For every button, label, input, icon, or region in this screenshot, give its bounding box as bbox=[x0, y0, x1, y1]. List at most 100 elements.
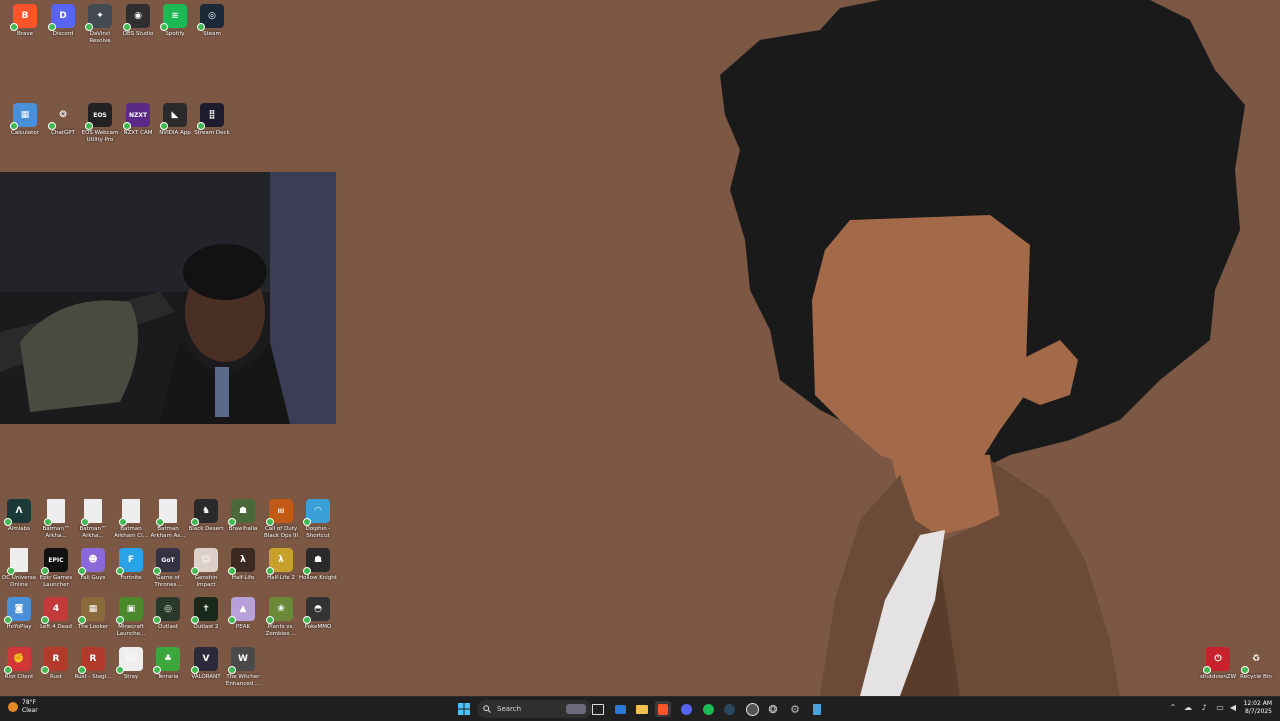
desktop-shortcut[interactable]: B Brave bbox=[6, 4, 44, 38]
sync-status-icon bbox=[1241, 666, 1249, 674]
sync-status-icon bbox=[303, 518, 311, 526]
desktop-shortcut[interactable]: 🐱 Stray bbox=[112, 647, 150, 681]
clock-date: 8/7/2025 bbox=[1245, 708, 1272, 715]
steam-icon: ◎ bbox=[197, 4, 224, 31]
desktop-shortcut[interactable]: ✊ Riot Client bbox=[0, 647, 38, 681]
minecraft-icon: ▣ bbox=[116, 597, 143, 624]
desktop-shortcut[interactable]: ▣ Minecraft Launche... bbox=[112, 597, 150, 638]
desktop-shortcut[interactable]: DC Universe Online bbox=[0, 548, 38, 589]
sync-status-icon bbox=[116, 616, 124, 624]
taskbar-clock[interactable]: 12:02 AM 8/7/2025 bbox=[1244, 700, 1272, 716]
desktop-shortcut[interactable]: Batman™ Arkha... bbox=[37, 499, 75, 540]
desktop-shortcut[interactable]: ◠ Dolphin - Shortcut bbox=[299, 499, 337, 540]
desktop-shortcut[interactable]: Batman Arkham As... bbox=[149, 499, 187, 540]
desktop-shortcut[interactable]: EPIC Epic Games Launcher bbox=[37, 548, 75, 589]
task-view-button[interactable] bbox=[590, 701, 606, 717]
desktop-shortcut[interactable]: III Call of Duty Black Ops III bbox=[262, 499, 300, 540]
desktop-shortcut[interactable]: F Fortnite bbox=[112, 548, 150, 582]
desktop-shortcut[interactable]: ▲ PEAK bbox=[224, 597, 262, 631]
desktop-shortcut[interactable]: ◙ HoYoPlay bbox=[0, 597, 38, 631]
settings-taskbar-button[interactable]: ⚙ bbox=[787, 701, 803, 717]
shortcut-label: Epic Games Launcher bbox=[39, 575, 73, 588]
chatgpt-taskbar-button[interactable]: ❂ bbox=[765, 701, 781, 717]
desktop-shortcut[interactable]: R Rust - Stagi... bbox=[74, 647, 112, 681]
spotify-icon bbox=[702, 703, 714, 715]
onedrive-icon[interactable]: ☁ bbox=[1183, 703, 1193, 713]
desktop-shortcut[interactable]: ❂ ChatGPT bbox=[44, 103, 82, 137]
obs-taskbar-button[interactable] bbox=[744, 701, 760, 717]
desktop-shortcut[interactable]: ☗ Hollow Knight bbox=[299, 548, 337, 582]
desktop-shortcut[interactable]: D Discord bbox=[44, 4, 82, 38]
sync-status-icon bbox=[48, 122, 56, 130]
shortcut-label: PokeMMO bbox=[304, 624, 332, 630]
discord-icon: D bbox=[48, 4, 75, 31]
shortcut-label: DC Universe Online bbox=[1, 575, 36, 588]
microphone-icon[interactable]: ♪ bbox=[1199, 703, 1209, 713]
rust-staging-icon: R bbox=[78, 647, 105, 674]
desktop-shortcut[interactable]: ☗ Brawlhalla bbox=[224, 499, 262, 533]
sync-status-icon bbox=[266, 567, 274, 575]
sync-status-icon bbox=[266, 518, 274, 526]
sync-status-icon bbox=[153, 666, 161, 674]
desktop-shortcut[interactable]: W The Witcher Enhanced ... bbox=[224, 647, 262, 688]
desktop-shortcut[interactable]: ◎ Outlast bbox=[149, 597, 187, 631]
desktop-shortcut[interactable]: 4 Left 4 Dead bbox=[37, 597, 75, 631]
desktop-shortcut[interactable]: ◣ NVIDIA App bbox=[156, 103, 194, 137]
notepad-taskbar-button[interactable] bbox=[809, 701, 825, 717]
shortcut-label: OBS Studio bbox=[122, 31, 154, 37]
desktop-shortcut[interactable]: GoT Game of Thrones... bbox=[149, 548, 187, 589]
desktop-shortcut[interactable]: λ Half-Life bbox=[224, 548, 262, 582]
steam-taskbar-button[interactable] bbox=[721, 701, 737, 717]
sync-status-icon bbox=[160, 122, 168, 130]
shortcut-label: VALORANT bbox=[191, 674, 221, 680]
weather-widget[interactable]: 78°F Clear bbox=[8, 699, 38, 715]
fortnite-icon: F bbox=[116, 548, 143, 575]
desktop-shortcut[interactable]: EOS EOS Webcam Utility Pro bbox=[81, 103, 119, 144]
sync-status-icon bbox=[228, 666, 236, 674]
sync-status-icon bbox=[116, 567, 124, 575]
dolphin-icon: ◠ bbox=[303, 499, 330, 526]
desktop-shortcut[interactable]: ▦ The Looker bbox=[74, 597, 112, 631]
desktop-shortcut[interactable]: ✝ Outlast 2 bbox=[187, 597, 225, 631]
chevron-up-icon[interactable]: ⌃ bbox=[1168, 703, 1178, 713]
desktop-shortcut[interactable]: ☺ Genshin Impact bbox=[187, 548, 225, 589]
volume-icon[interactable]: ◀ bbox=[1228, 703, 1238, 713]
sync-status-icon bbox=[123, 23, 131, 31]
desktop-shortcut[interactable]: Λ Aimlabs bbox=[0, 499, 38, 533]
sync-status-icon bbox=[191, 666, 199, 674]
desktop-shortcut[interactable]: ❀ Plants vs. Zombies ... bbox=[262, 597, 300, 638]
widgets-button[interactable] bbox=[612, 701, 628, 717]
got-icon: GoT bbox=[153, 548, 180, 575]
brawlhalla-icon: ☗ bbox=[228, 499, 255, 526]
monitor-icon[interactable]: ▭ bbox=[1215, 703, 1225, 713]
file-explorer-button[interactable] bbox=[634, 701, 650, 717]
desktop-shortcut[interactable]: ≋ Spotify bbox=[156, 4, 194, 38]
desktop-shortcut[interactable]: ♣ Terraria bbox=[149, 647, 187, 681]
desktop-shortcut[interactable]: ✦ DaVinci Resolve bbox=[81, 4, 119, 45]
taskbar-search[interactable]: Search bbox=[477, 700, 592, 718]
spotify-taskbar-button[interactable] bbox=[700, 701, 716, 717]
desktop-shortcut[interactable]: V VALORANT bbox=[187, 647, 225, 681]
desktop-shortcut[interactable]: ⏻ shutdownZW bbox=[1199, 647, 1237, 681]
desktop-shortcut[interactable]: NZXT NZXT CAM bbox=[119, 103, 157, 137]
shortcut-label: Calculator bbox=[11, 130, 39, 136]
brave-taskbar-button[interactable] bbox=[655, 701, 671, 717]
desktop-shortcut[interactable]: ▦ Calculator bbox=[6, 103, 44, 137]
desktop-shortcut[interactable]: ♞ Black Desert bbox=[187, 499, 225, 533]
desktop-shortcut[interactable]: R Rust bbox=[37, 647, 75, 681]
desktop-shortcut[interactable]: ⣿ Stream Deck bbox=[193, 103, 231, 137]
shortcut-label: Stream Deck bbox=[194, 130, 230, 136]
desktop-shortcut[interactable]: ◎ Steam bbox=[193, 4, 231, 38]
desktop-shortcut[interactable]: ☻ Fall Guys bbox=[74, 548, 112, 582]
desktop-shortcut[interactable]: λ Half-Life 2 bbox=[262, 548, 300, 582]
shortcut-label: Batman™ Arkha... bbox=[42, 526, 70, 539]
desktop-shortcut[interactable]: ◉ OBS Studio bbox=[119, 4, 157, 38]
desktop-shortcut[interactable]: Batman™ Arkha... bbox=[74, 499, 112, 540]
shortcut-label: Outlast bbox=[158, 624, 178, 630]
desktop-shortcut[interactable]: ◓ PokeMMO bbox=[299, 597, 337, 631]
desktop-shortcut[interactable]: Batman Arkham Ci... bbox=[112, 499, 150, 540]
discord-taskbar-button[interactable] bbox=[678, 701, 694, 717]
start-button[interactable] bbox=[456, 701, 472, 717]
desktop-shortcut[interactable]: ♻ Recycle Bin bbox=[1237, 647, 1275, 681]
sync-status-icon bbox=[41, 666, 49, 674]
